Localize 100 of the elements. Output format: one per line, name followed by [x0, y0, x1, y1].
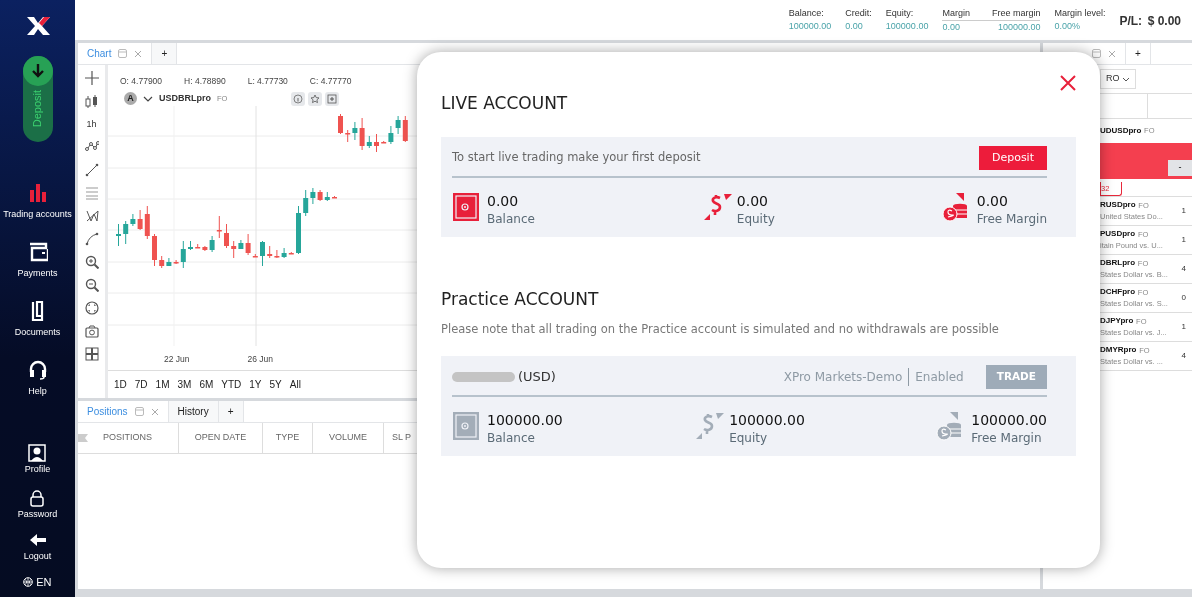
- stat-label: Equity: [736, 211, 775, 228]
- stat-value: 0.00: [736, 192, 769, 210]
- chevron-down-icon: [1122, 76, 1131, 82]
- close-icon[interactable]: [1060, 75, 1076, 91]
- candle: [338, 113, 343, 135]
- price-value: 4: [1181, 263, 1186, 275]
- summary-label: Free margin: [969, 7, 1041, 21]
- candlestick-icon[interactable]: [84, 94, 99, 108]
- star-icon[interactable]: [310, 93, 321, 104]
- candle: [224, 223, 229, 249]
- safe-icon: [452, 192, 482, 222]
- close-icon[interactable]: [1108, 49, 1116, 58]
- price-value: 0: [1181, 292, 1186, 304]
- lock-icon: [28, 488, 47, 507]
- ohlc-value: C: 4.77770: [309, 75, 352, 88]
- bar-chart-icon: [27, 182, 48, 204]
- panel-tab[interactable]: History: [168, 401, 219, 422]
- period-button[interactable]: YTD: [221, 377, 242, 392]
- deposit-button[interactable]: Deposit: [978, 145, 1047, 170]
- sidebar-item[interactable]: Payments: [17, 240, 58, 280]
- curve-icon[interactable]: [84, 232, 99, 246]
- sidebar-item[interactable]: Profile: [24, 444, 51, 477]
- ohlc-value: O: 4.77900: [120, 75, 163, 88]
- period-button[interactable]: 1Y: [249, 377, 262, 392]
- stat-value: 0.00: [976, 192, 1009, 210]
- ohlc-value: H: 4.78890: [184, 75, 226, 88]
- summary-value: 100000.00: [788, 20, 832, 33]
- currency-label: (USD): [518, 367, 557, 386]
- panel-tab[interactable]: +: [152, 43, 178, 64]
- globe-icon: [23, 576, 34, 587]
- server-name: XPro Markets-Demo: [783, 367, 910, 386]
- sidebar-item[interactable]: Help: [27, 358, 48, 398]
- zoom-in-icon[interactable]: [84, 255, 99, 269]
- flag-icon: [78, 434, 88, 442]
- info-message: Please note that all trading on the Practice account is simulated and no withdrawals are possible: [441, 320, 1000, 338]
- polyline-icon[interactable]: [84, 140, 99, 154]
- add-icon[interactable]: [326, 93, 337, 104]
- interval-button[interactable]: 1h: [86, 117, 97, 131]
- symbol-name: RUSDpro: [1100, 199, 1136, 212]
- pl-label: P/L:: [1119, 13, 1143, 30]
- period-button[interactable]: 7D: [134, 377, 148, 392]
- download-icon: [30, 63, 45, 79]
- sidebar-item[interactable]: Logout: [23, 531, 52, 564]
- sidebar-item[interactable]: Trading accounts: [3, 182, 72, 222]
- sidebar-item[interactable]: Documents: [14, 300, 61, 340]
- period-button[interactable]: 5Y: [269, 377, 282, 392]
- period-button[interactable]: 3M: [177, 377, 192, 392]
- summary-value: 100000.00: [885, 20, 929, 33]
- price-value: 1: [1181, 234, 1186, 246]
- summary-value: 0.00%: [1054, 20, 1081, 33]
- account-status: Enabled: [915, 368, 964, 386]
- symbol-name: DCHFpro: [1100, 286, 1136, 299]
- summary-label: Credit:: [845, 7, 872, 20]
- line-tool-icon[interactable]: [84, 163, 99, 177]
- filter-dropdown[interactable]: RO: [1100, 69, 1137, 89]
- column-header: OPEN DATE: [194, 431, 247, 445]
- summary-label: Equity:: [885, 7, 915, 20]
- period-button[interactable]: 1D: [114, 377, 127, 392]
- panel-tab[interactable]: +: [218, 401, 244, 422]
- candle: [152, 233, 157, 267]
- dollar-exchange-icon: [694, 410, 725, 441]
- logo-icon: [24, 14, 51, 36]
- section-title: Practice ACCOUNT: [441, 288, 600, 311]
- symbol-name: UDUSDpro: [1100, 125, 1142, 137]
- section-title: LIVE ACCOUNT: [441, 92, 569, 115]
- period-button[interactable]: 1M: [155, 377, 170, 392]
- minus-button[interactable]: -: [1168, 160, 1192, 176]
- summary-label: Margin level:: [1054, 7, 1106, 20]
- stat-value: 0.00: [487, 192, 520, 210]
- crosshair-icon[interactable]: [84, 71, 99, 85]
- stat-label: Balance: [487, 429, 536, 447]
- chevron-down-icon[interactable]: [143, 95, 153, 102]
- camera-icon[interactable]: [84, 324, 99, 338]
- summary-label: Margin: [942, 7, 970, 21]
- symbol-name: DMYRpro: [1100, 344, 1137, 357]
- symbol-name: USDBRLpro: [159, 92, 211, 105]
- close-icon[interactable]: [150, 407, 159, 416]
- column-header: POSITIONS: [103, 431, 152, 445]
- period-button[interactable]: All: [289, 377, 301, 392]
- back-arrow-icon: [28, 531, 47, 549]
- sidebar-item[interactable]: Password: [17, 488, 58, 521]
- column-header: SL P: [391, 431, 412, 445]
- candle: [296, 205, 301, 255]
- stat-label: Balance: [487, 211, 535, 228]
- language-selector[interactable]: EN: [23, 573, 52, 590]
- fullscreen-icon[interactable]: [84, 301, 99, 315]
- period-button[interactable]: 6M: [199, 377, 214, 392]
- candle: [116, 223, 121, 247]
- layout-grid-icon[interactable]: [84, 347, 99, 361]
- stat-value: 100000.00: [971, 410, 1047, 429]
- column-header: VOLUME: [329, 431, 367, 445]
- user-icon: [28, 444, 47, 462]
- candle: [260, 240, 265, 267]
- zoom-out-icon[interactable]: [84, 278, 99, 292]
- safe-icon: [452, 410, 482, 441]
- candle: [188, 240, 193, 251]
- close-icon[interactable]: [134, 49, 143, 58]
- pattern-icon[interactable]: [84, 209, 99, 223]
- info-icon[interactable]: [293, 93, 304, 104]
- price-value: 4: [1181, 350, 1186, 362]
